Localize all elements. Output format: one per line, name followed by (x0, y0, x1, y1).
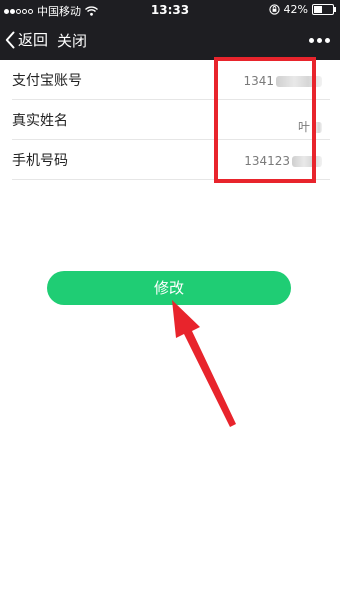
phone-number-label: 手机号码 (12, 153, 68, 169)
real-name-label: 真实姓名 (12, 113, 68, 129)
annotation-highlight-box (214, 57, 316, 183)
rotation-lock-icon (268, 4, 280, 15)
close-button[interactable]: 关闭 (57, 30, 87, 51)
status-bar: 中国移动 13:33 42% (0, 0, 340, 20)
battery-icon (312, 4, 336, 15)
alipay-account-label: 支付宝账号 (12, 73, 82, 89)
chevron-left-icon (5, 31, 15, 48)
status-right: 42% (268, 3, 336, 16)
modify-button[interactable]: 修改 (47, 271, 291, 305)
nav-bar: 返回 关闭 (0, 20, 340, 60)
back-button[interactable]: 返回 (5, 29, 48, 50)
battery-percent: 42% (283, 3, 308, 16)
more-options-icon[interactable] (309, 38, 330, 43)
back-label: 返回 (18, 31, 49, 49)
